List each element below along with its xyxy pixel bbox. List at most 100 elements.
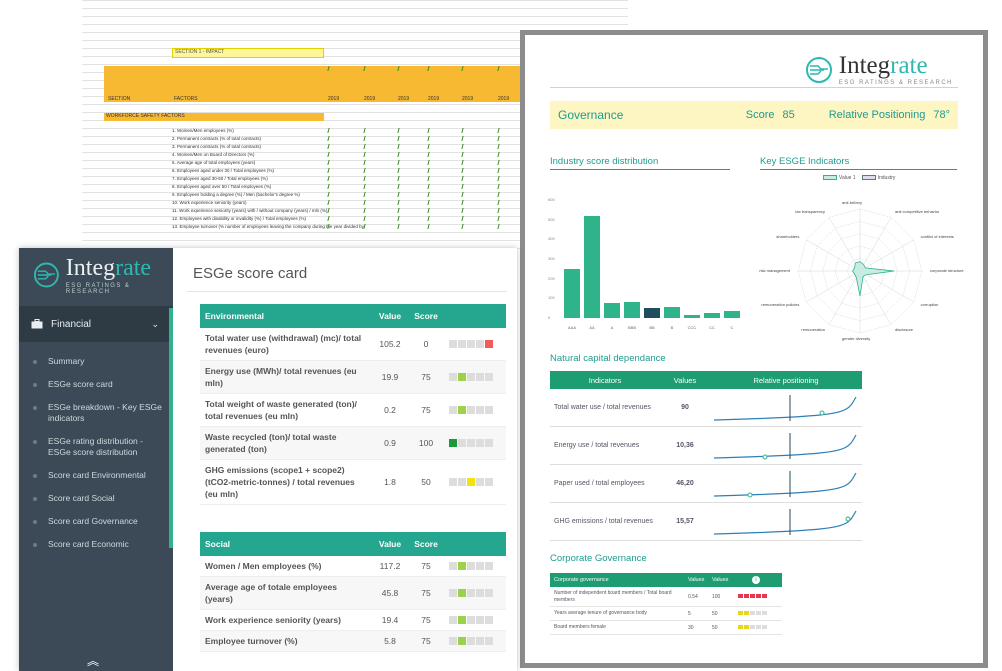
row-score: 75 <box>408 576 444 610</box>
y-tick-label: 100 <box>548 295 555 301</box>
score-cell <box>485 340 493 348</box>
score-cell <box>467 340 475 348</box>
radar-legend: Value 1 Industry <box>823 175 895 181</box>
table-row: Energy use (MWh)/ total revenues (eu mln… <box>200 360 506 394</box>
sheet-row: 11. Work experience seniority (years) wi… <box>172 208 328 213</box>
sidebar-item-economic[interactable]: Score card Economic <box>19 533 173 556</box>
sidebar-nav: Summary ESGe score card ESGe breakdown -… <box>19 342 173 556</box>
score-cell <box>476 589 484 597</box>
score-cell <box>485 373 493 381</box>
sidebar-brand: Integrate <box>65 254 152 281</box>
positioning-sparkline <box>713 470 857 497</box>
table-row: Employee turnover (%) 5.8 75 <box>200 630 506 652</box>
row-value: 5.8 <box>372 630 408 652</box>
sheet-row: 5. Average age of total employees (years… <box>172 160 256 165</box>
sidebar-item-esge-score-card[interactable]: ESGe score card <box>19 373 173 396</box>
bullet-icon <box>33 497 37 501</box>
sidebar-logo[interactable]: Integrate ESG RATINGS & RESEARCH <box>19 248 173 302</box>
relative-positioning-label: Relative Positioning <box>828 109 926 121</box>
radar-axis-label: anti-bribery <box>842 200 863 205</box>
menu-group-label: Financial <box>51 318 92 330</box>
positioning-sparkline <box>713 508 857 535</box>
row-value: 19.9 <box>372 360 408 394</box>
sidebar-item-social[interactable]: Score card Social <box>19 487 173 510</box>
menu-group-financial[interactable]: Financial ⌄ <box>19 306 173 342</box>
sheet-rows: 1. Women/Men employees (%) 2. Permanent … <box>172 128 552 232</box>
bar <box>724 311 740 318</box>
score-cell <box>476 637 484 645</box>
score-cell <box>449 406 457 414</box>
score-cell <box>738 624 743 629</box>
score-cell <box>476 406 484 414</box>
row-score: 0 <box>408 328 444 361</box>
nct-value: 46,20 <box>676 480 694 487</box>
sidebar-item-label: Score card Economic <box>48 539 129 549</box>
sheet-col-factors: FACTORS <box>174 96 198 102</box>
row-label: Work experience seniority (years) <box>200 609 372 631</box>
score-cell <box>738 593 743 598</box>
env-header: Environmental <box>200 304 372 328</box>
nct-row: Total water use / total revenues 90 <box>550 389 862 427</box>
sidebar-item-environmental[interactable]: Score card Environmental <box>19 464 173 487</box>
y-tick-label: 0 <box>548 315 551 320</box>
info-icon[interactable]: i <box>752 576 760 584</box>
x-tick-label: A <box>610 325 614 330</box>
cg-col-name: Corporate governance <box>554 577 609 583</box>
environmental-table: Environmental Value Score Total water us… <box>200 304 506 505</box>
bullet-icon <box>33 543 37 547</box>
radar-chart: anti-bribery anti competitive behavior con… <box>759 183 963 358</box>
cg-label: Years average tenure of governance body <box>554 610 647 616</box>
score-cell <box>467 637 475 645</box>
x-tick-label: B <box>670 325 674 330</box>
score-cell <box>467 373 475 381</box>
x-tick-label: BBB <box>627 325 636 330</box>
sidebar-item-label: Score card Social <box>48 493 115 503</box>
score-scale <box>449 340 501 348</box>
sidebar-item-summary[interactable]: Summary <box>19 350 173 373</box>
score-value: 85 <box>782 109 795 121</box>
page-title: ESGe score card <box>193 265 308 282</box>
radar-axis-label: corruption <box>920 302 939 307</box>
social-header: Social <box>200 532 372 556</box>
bullet-icon <box>33 383 37 387</box>
table-row: GHG emissions (scope1 + scope2) (tCO2-me… <box>200 459 506 505</box>
positioning-sparkline <box>713 394 857 421</box>
sidebar-item-label: Score card Environmental <box>48 470 146 480</box>
nct-col-indicators: Indicators <box>588 375 622 385</box>
row-value: 1.8 <box>372 459 408 505</box>
sheet-row: 13. Employee turnover (% number of emplo… <box>172 224 364 229</box>
corporate-governance-table: Corporate governance Values Values i Num… <box>550 573 782 635</box>
score-cell <box>458 340 466 348</box>
corporate-governance-title: Corporate Governance <box>550 553 647 564</box>
social-col-scale <box>444 532 506 556</box>
sidebar-item-rating-distribution[interactable]: ESGe rating distribution - ESGe score di… <box>19 430 173 464</box>
sheet-row: 8. Employees aged over 50 / Total employ… <box>172 184 272 189</box>
sidebar-item-esge-breakdown[interactable]: ESGe breakdown - Key ESGe indicators <box>19 396 173 430</box>
row-score: 50 <box>408 459 444 505</box>
sheet-row: 12. Employees with disability or invalid… <box>172 216 306 221</box>
social-col-value: Value <box>372 532 408 556</box>
cg-value2: 50 <box>712 610 718 617</box>
nct-row: Paper used / total employees 46,20 <box>550 465 862 503</box>
score-cell <box>449 589 457 597</box>
y-tick-label: 600 <box>548 197 555 202</box>
sheet-row: 9. Employees holding a degree (%) / Men … <box>172 192 300 197</box>
score-cell <box>458 406 466 414</box>
bar <box>564 268 580 318</box>
x-tick-label: BB <box>649 325 655 330</box>
legend-industry: Industry <box>861 175 895 181</box>
score-cell <box>750 593 755 598</box>
radar-axis-label: tax transparency <box>795 209 825 215</box>
sheet-col-section: SECTION <box>108 96 131 102</box>
report-page: Integrate ESG RATINGS & RESEARCH Governa… <box>525 35 983 663</box>
chevron-up-icon[interactable]: ︽ <box>87 652 99 669</box>
bullet-icon <box>33 406 37 410</box>
bar <box>684 315 700 318</box>
score-label: Score <box>745 109 775 121</box>
sidebar-item-governance[interactable]: Score card Governance <box>19 510 173 533</box>
row-value: 0.2 <box>372 393 408 427</box>
table-row: Total weight of waste generated (ton)/ t… <box>200 393 506 427</box>
score-cell <box>485 478 493 486</box>
natural-capital-title: Natural capital dependance <box>550 353 666 364</box>
score-cell <box>476 373 484 381</box>
